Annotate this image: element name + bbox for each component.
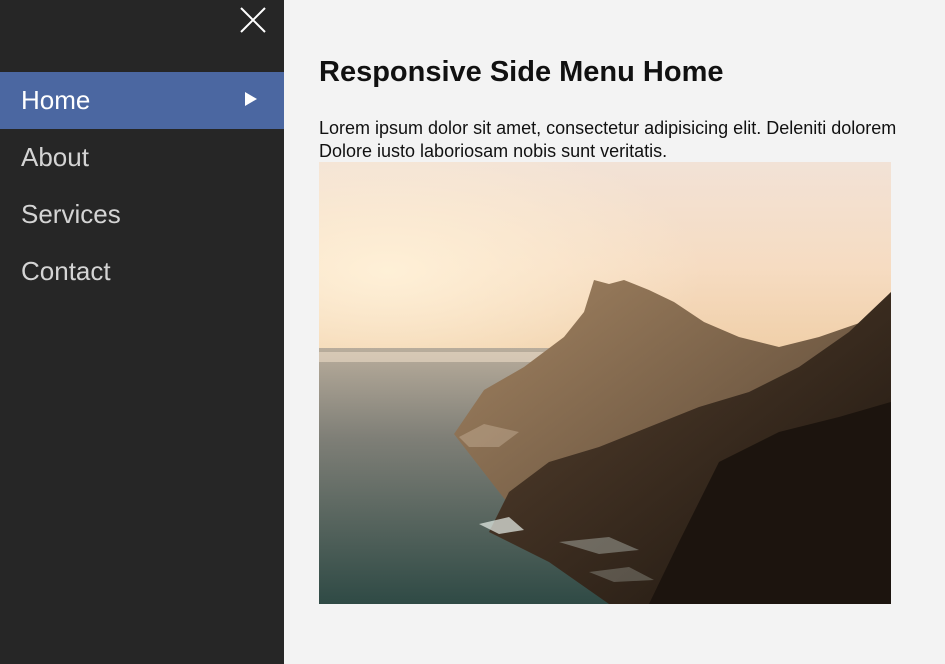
menu-item-home[interactable]: Home <box>0 72 284 129</box>
menu-item-about[interactable]: About <box>0 129 284 186</box>
coastal-cliffs-photo <box>319 162 891 604</box>
menu-item-label: Contact <box>21 256 111 286</box>
page-title: Responsive Side Menu Home <box>319 56 724 88</box>
menu-item-label: Home <box>21 85 91 115</box>
menu-item-label: About <box>21 142 89 172</box>
body-text: Lorem ipsum dolor sit amet, consectetur … <box>319 117 945 163</box>
body-text-line: Dolore iusto laboriosam nobis sunt verit… <box>319 141 668 161</box>
side-menu: Home About Services Contact <box>0 0 284 664</box>
menu-item-label: Services <box>21 199 121 229</box>
body-text-line: Lorem ipsum dolor sit amet, consectetur … <box>319 118 897 138</box>
main-content: Responsive Side Menu Home Lorem ipsum do… <box>319 0 945 664</box>
menu-list: Home About Services Contact <box>0 72 284 300</box>
menu-item-contact[interactable]: Contact <box>0 243 284 300</box>
caret-right-icon <box>245 92 257 106</box>
close-icon[interactable] <box>238 5 268 35</box>
menu-item-services[interactable]: Services <box>0 186 284 243</box>
